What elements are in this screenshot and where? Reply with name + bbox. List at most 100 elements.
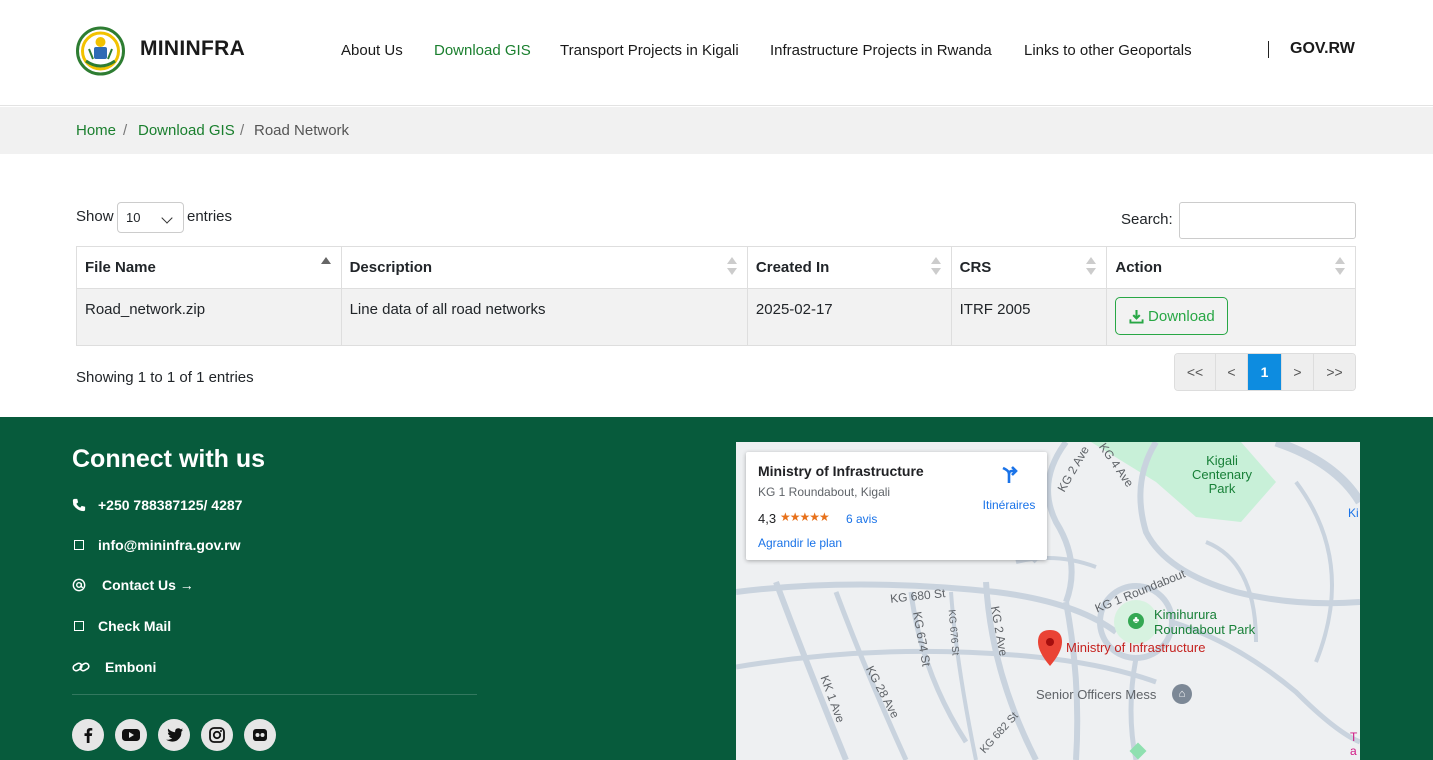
flickr-icon[interactable] — [244, 719, 276, 751]
entries-info: Showing 1 to 1 of 1 entries — [76, 369, 254, 386]
breadcrumb-download-gis[interactable]: Download GIS — [138, 122, 235, 139]
column-header-description[interactable]: Description — [342, 247, 748, 288]
column-header-file-name[interactable]: File Name — [77, 247, 342, 288]
table-row: Road_network.zip Line data of all road n… — [77, 289, 1355, 345]
pagination-last[interactable]: >> — [1314, 354, 1355, 390]
pagination-first[interactable]: << — [1175, 354, 1216, 390]
rwanda-seal-logo[interactable] — [76, 25, 125, 77]
map-place-card: Ministry of Infrastructure KG 1 Roundabo… — [746, 452, 1047, 560]
pagination-next[interactable]: > — [1282, 354, 1314, 390]
map-label-ministry: Ministry of Infrastructure — [1066, 640, 1206, 655]
column-header-created-in[interactable]: Created In — [748, 247, 952, 288]
at-icon — [72, 578, 86, 592]
files-table: File Name Description Created In CRS Act… — [76, 246, 1356, 346]
nav-download-gis[interactable]: Download GIS — [434, 42, 531, 59]
reviews-link[interactable]: 6 avis — [846, 512, 877, 526]
emboni-link: Emboni — [105, 659, 157, 675]
map-label-kimihurura: Kimihurura — [1154, 607, 1217, 622]
nav-infrastructure-projects[interactable]: Infrastructure Projects in Rwanda — [770, 42, 992, 59]
phone-number: +250 788387125/ 4287 — [98, 497, 243, 513]
sort-icon — [1086, 257, 1097, 277]
search-input[interactable] — [1179, 202, 1356, 239]
sort-icon — [726, 257, 737, 277]
facebook-icon[interactable] — [72, 719, 104, 751]
table-header-row: File Name Description Created In CRS Act… — [77, 247, 1355, 289]
site-footer: Connect with us +250 788387125/ 4287 inf… — [0, 417, 1433, 760]
entries-per-page-select[interactable]: 10 — [117, 202, 184, 233]
column-header-label: CRS — [959, 259, 992, 276]
directions-label: Itinéraires — [982, 498, 1036, 512]
twitter-icon[interactable] — [158, 719, 190, 751]
map-pin-icon[interactable] — [1038, 630, 1062, 670]
place-title: Ministry of Infrastructure — [758, 463, 924, 479]
phone-icon — [72, 498, 86, 512]
sort-icon — [1334, 257, 1345, 277]
nav-geoportal-links[interactable]: Links to other Geoportals — [1024, 42, 1192, 59]
entries-label: entries — [187, 208, 233, 225]
brand-name[interactable]: MININFRA — [140, 37, 245, 61]
column-header-label: Description — [349, 259, 433, 276]
mail-icon — [72, 619, 86, 633]
footer-divider — [72, 694, 477, 695]
breadcrumb-separator: / — [123, 122, 128, 139]
column-header-label: File Name — [85, 259, 156, 276]
cell-created-in: 2025-02-17 — [748, 289, 952, 345]
nav-divider — [1268, 41, 1269, 58]
download-button[interactable]: Download — [1115, 297, 1229, 335]
column-header-action[interactable]: Action — [1107, 247, 1355, 288]
building-icon: ⌂ — [1172, 684, 1192, 704]
entries-select-value: 10 — [126, 210, 141, 225]
cell-file-name: Road_network.zip — [77, 289, 342, 345]
footer-contact-us[interactable]: Contact Us → — [72, 577, 194, 593]
cell-action: Download — [1107, 289, 1355, 345]
chevron-down-icon — [161, 212, 173, 224]
pagination-page-1[interactable]: 1 — [1248, 354, 1282, 390]
pagination: << < 1 > >> — [1174, 353, 1356, 391]
map-label-senior-officers-mess: Senior Officers Mess — [1036, 687, 1157, 702]
search-label: Search: — [1121, 211, 1173, 228]
cell-crs: ITRF 2005 — [952, 289, 1108, 345]
breadcrumb-separator: / — [240, 122, 245, 139]
footer-heading: Connect with us — [72, 445, 266, 473]
footer-email[interactable]: info@mininfra.gov.rw — [72, 537, 241, 553]
footer-emboni[interactable]: Emboni — [72, 659, 156, 675]
map-label-t: T — [1350, 730, 1358, 744]
instagram-icon[interactable] — [201, 719, 233, 751]
show-label: Show — [76, 208, 114, 225]
check-mail-link: Check Mail — [98, 618, 172, 634]
contact-us-link: Contact Us → — [102, 577, 194, 593]
link-icon — [72, 660, 90, 674]
place-address: KG 1 Roundabout, Kigali — [758, 485, 891, 499]
mail-icon — [72, 538, 86, 552]
social-links — [72, 719, 276, 751]
google-map-embed[interactable]: KG 2 Ave KG 4 Ave Kigali Centenary Park … — [736, 442, 1360, 760]
gov-rw-link[interactable]: GOV.RW — [1290, 40, 1355, 58]
sort-icon — [930, 257, 941, 277]
youtube-icon[interactable] — [115, 719, 147, 751]
directions-icon — [1002, 466, 1018, 483]
rating-stars-icon: ★★★★★ — [780, 510, 830, 524]
email-address: info@mininfra.gov.rw — [98, 537, 241, 553]
download-button-label: Download — [1148, 307, 1215, 325]
place-rating: 4,3 — [758, 511, 777, 526]
nav-transport-projects[interactable]: Transport Projects in Kigali — [560, 42, 739, 59]
site-header: MININFRA About Us Download GIS Transport… — [0, 0, 1433, 106]
map-label-park-line: Kigali — [1206, 453, 1238, 468]
column-header-label: Action — [1115, 259, 1163, 276]
footer-phone[interactable]: +250 788387125/ 4287 — [72, 497, 242, 513]
footer-check-mail[interactable]: Check Mail — [72, 618, 171, 634]
pagination-previous[interactable]: < — [1216, 354, 1248, 390]
map-label-park-line: Park — [1208, 481, 1236, 496]
breadcrumb-home[interactable]: Home — [76, 122, 116, 139]
enlarge-map-link[interactable]: Agrandir le plan — [758, 536, 842, 550]
map-label-a: a — [1350, 744, 1357, 758]
column-header-label: Created In — [755, 259, 830, 276]
download-icon — [1129, 309, 1144, 324]
nav-about-us[interactable]: About Us — [341, 42, 403, 59]
column-header-crs[interactable]: CRS — [952, 247, 1108, 288]
map-label-park-line: Centenary — [1192, 467, 1252, 482]
map-label-ki: Ki — [1348, 506, 1359, 520]
breadcrumb-current: Road Network — [254, 122, 350, 139]
map-label-park: Kigali Centenary Park — [1192, 454, 1252, 496]
breadcrumb: Home / Download GIS / Road Network — [0, 107, 1433, 154]
